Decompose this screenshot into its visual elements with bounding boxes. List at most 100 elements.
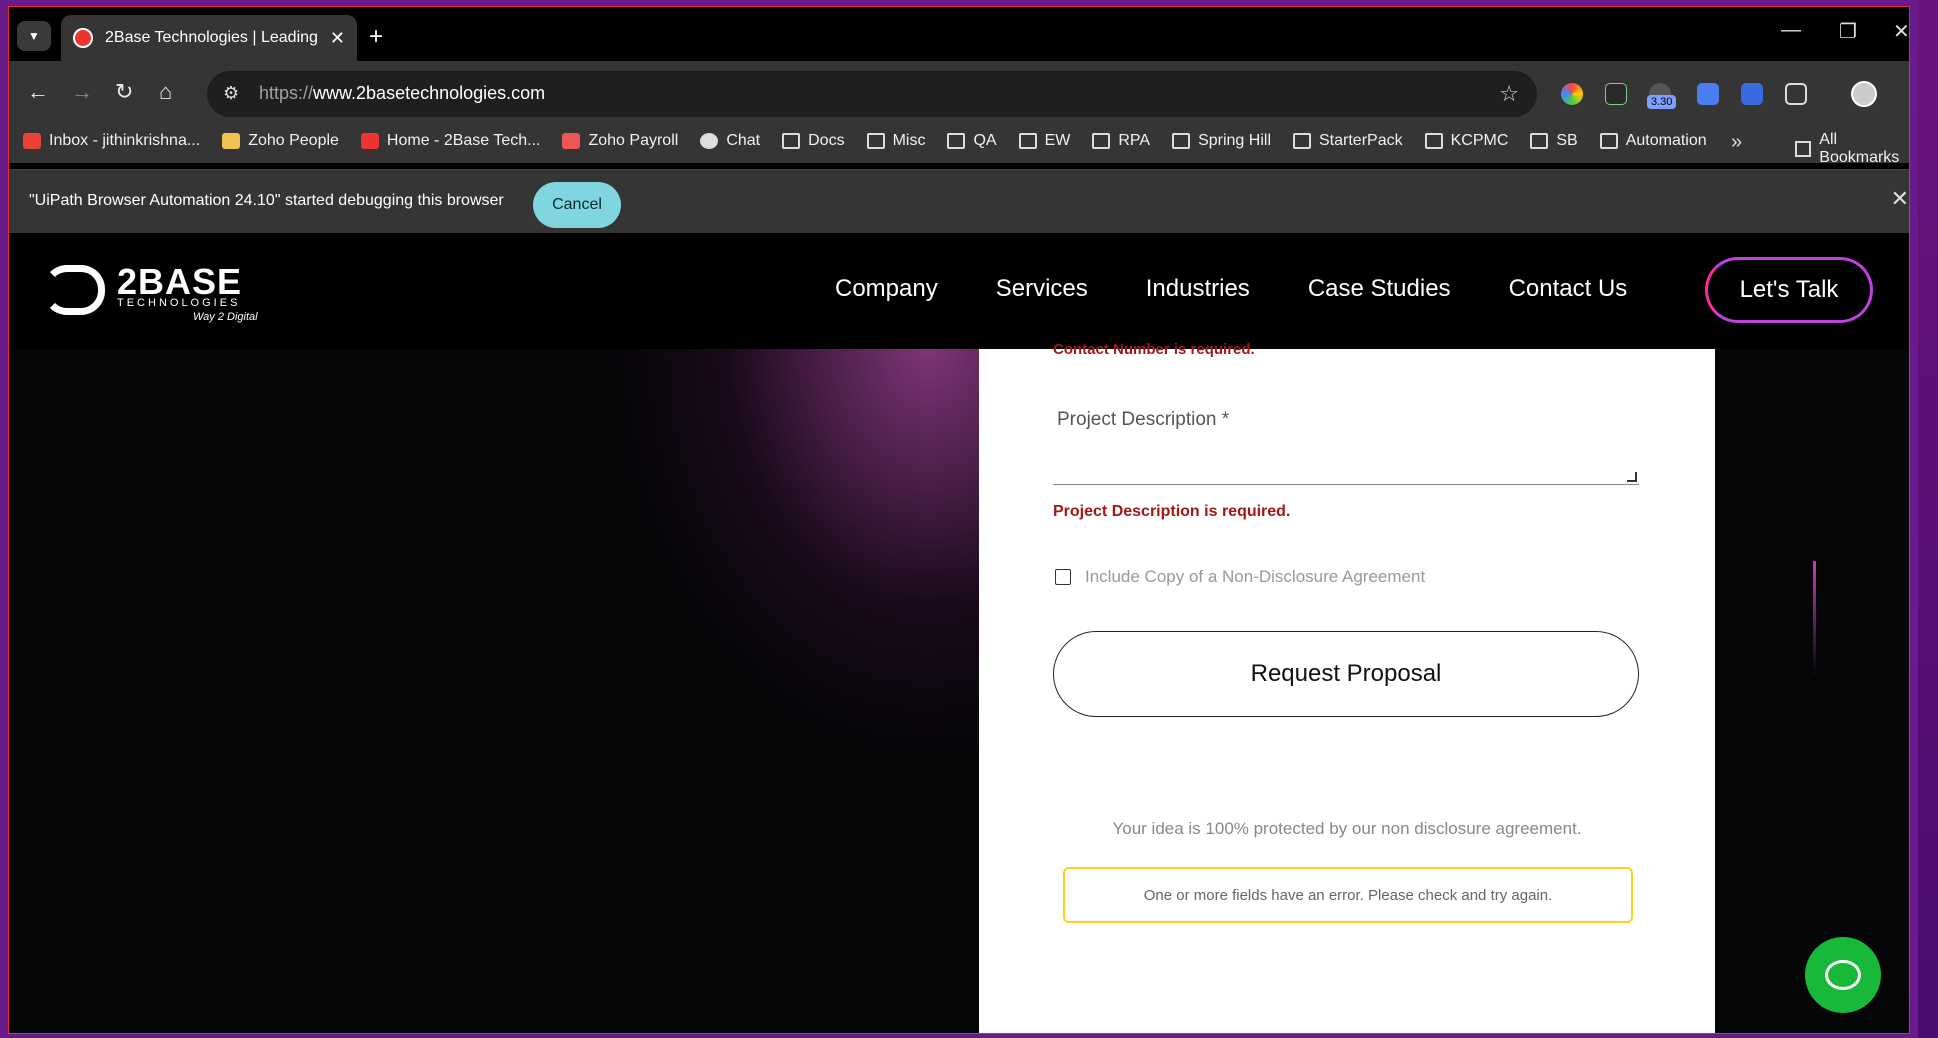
infobar-message: "UiPath Browser Automation 24.10" starte… — [29, 192, 504, 209]
bookmark-label: RPA — [1118, 132, 1151, 149]
puzzle-extensions-icon[interactable] — [1785, 83, 1807, 105]
folder-icon — [1092, 133, 1111, 149]
bookmark-label: Zoho People — [248, 132, 339, 149]
folder-icon — [1018, 133, 1037, 149]
tab-strip: ▼ 2Base Technologies | Leading D ✕ + — ❐… — [9, 7, 1909, 61]
folder-icon — [1424, 133, 1443, 149]
minimize-icon[interactable]: — — [1781, 19, 1801, 42]
uipath-extension-icon[interactable] — [1697, 83, 1719, 105]
zoho-payroll-icon — [562, 133, 581, 149]
bookmark-label: StarterPack — [1319, 132, 1403, 149]
bookmark-item[interactable]: Inbox - jithinkrishna... — [23, 132, 200, 150]
project-description-textarea[interactable] — [1053, 445, 1639, 485]
zoho-people-icon — [222, 133, 241, 149]
bookmark-item[interactable]: Misc — [866, 132, 926, 150]
chat-widget-button[interactable] — [1805, 937, 1881, 1013]
bookmark-item[interactable]: Zoho Payroll — [562, 132, 678, 150]
nda-protection-note: Your idea is 100% protected by our non d… — [1112, 819, 1582, 838]
bookmark-item[interactable]: EW — [1018, 132, 1071, 150]
all-bookmarks[interactable]: All Bookmarks — [1795, 131, 1909, 167]
nda-checkbox-label[interactable]: Include Copy of a Non-Disclosure Agreeme… — [1085, 567, 1425, 587]
website-viewport: 2BASE TECHNOLOGIES Way 2 Digital Company… — [9, 233, 1909, 1033]
browser-window: ▼ 2Base Technologies | Leading D ✕ + — ❐… — [8, 6, 1910, 1034]
nav-industries[interactable]: Industries — [1146, 275, 1250, 303]
folder-icon — [1795, 141, 1812, 157]
debug-infobar: "UiPath Browser Automation 24.10" starte… — [9, 169, 1909, 233]
profile-avatar[interactable] — [1851, 81, 1877, 107]
folder-icon — [866, 133, 885, 149]
resize-handle-icon[interactable] — [1627, 472, 1637, 482]
close-tab-icon[interactable]: ✕ — [330, 28, 345, 49]
address-bar[interactable]: ⚙ https://www.2basetechnologies.com ☆ — [207, 71, 1537, 117]
nav-case-studies[interactable]: Case Studies — [1308, 275, 1451, 303]
clipboard-extension-icon[interactable] — [1741, 83, 1763, 105]
nav-services[interactable]: Services — [996, 275, 1088, 303]
section-scroll-indicator — [1813, 561, 1816, 681]
bookmark-item[interactable]: KCPMC — [1424, 132, 1509, 150]
bookmark-label: Misc — [892, 132, 926, 149]
spellcheck-extension-icon[interactable] — [1605, 83, 1627, 105]
bookmark-item[interactable]: SB — [1530, 132, 1578, 150]
2base-favicon-icon — [73, 28, 93, 48]
2base-icon — [360, 133, 379, 149]
site-nav: Company Services Industries Case Studies… — [835, 275, 1685, 303]
folder-icon — [1599, 133, 1618, 149]
bookmark-item[interactable]: StarterPack — [1293, 132, 1403, 150]
folder-icon — [1530, 133, 1549, 149]
proposal-form-card: Contact Number is required. Project Desc… — [979, 341, 1715, 1033]
close-window-icon[interactable]: ✕ — [1893, 19, 1909, 44]
bookmark-label: Automation — [1625, 132, 1707, 149]
bookmark-label: Zoho Payroll — [588, 132, 679, 149]
project-description-error: Project Description is required. — [1053, 503, 1291, 520]
bookmark-label: QA — [973, 132, 997, 149]
cancel-debug-button[interactable]: Cancel — [533, 182, 621, 228]
url-text[interactable]: https://www.2basetechnologies.com — [259, 83, 545, 104]
bookmark-item[interactable]: Automation — [1599, 132, 1707, 150]
chat-bubble-icon — [1825, 960, 1861, 990]
bookmark-item[interactable]: Docs — [782, 132, 845, 150]
reload-icon[interactable]: ↻ — [115, 79, 133, 105]
lets-talk-button[interactable]: Let's Talk — [1705, 257, 1873, 323]
logo-mark-icon — [43, 265, 105, 315]
bookmark-label: EW — [1044, 132, 1071, 149]
site-logo[interactable]: 2BASE TECHNOLOGIES Way 2 Digital — [43, 261, 263, 323]
bookmark-label: Inbox - jithinkrishna... — [49, 132, 201, 149]
site-settings-icon[interactable]: ⚙ — [223, 83, 239, 104]
bookmark-star-icon[interactable]: ☆ — [1499, 81, 1519, 107]
bookmark-item[interactable]: QA — [947, 132, 997, 150]
bookmark-item[interactable]: Home - 2Base Tech... — [360, 132, 541, 150]
folder-icon — [1172, 133, 1191, 149]
bookmark-label: SB — [1556, 132, 1578, 149]
more-bookmarks-icon[interactable]: » — [1731, 131, 1742, 154]
bookmark-label: Docs — [808, 132, 845, 149]
bookmark-label: Home - 2Base Tech... — [386, 132, 541, 149]
bookmark-label: KCPMC — [1450, 132, 1509, 149]
menu-kebab-icon[interactable]: ⋮ — [1901, 79, 1909, 105]
logo-subtext: TECHNOLOGIES — [117, 297, 241, 309]
bookmark-label: Chat — [726, 132, 761, 149]
forward-icon[interactable]: → — [71, 79, 93, 105]
restore-icon[interactable]: ❐ — [1839, 19, 1857, 44]
tab-search-chevron-icon[interactable]: ▼ — [17, 21, 51, 51]
nav-contact-us[interactable]: Contact Us — [1509, 275, 1628, 303]
color-picker-extension-icon[interactable] — [1561, 83, 1583, 105]
chat-icon — [700, 133, 719, 149]
bookmark-item[interactable]: Zoho People — [222, 132, 339, 150]
bookmark-item[interactable]: Spring Hill — [1172, 132, 1271, 150]
contact-number-error: Contact Number is required. — [1053, 341, 1255, 358]
new-tab-icon[interactable]: + — [369, 23, 383, 51]
bookmark-item[interactable]: RPA — [1092, 132, 1150, 150]
site-header: 2BASE TECHNOLOGIES Way 2 Digital Company… — [9, 233, 1909, 349]
nav-company[interactable]: Company — [835, 275, 938, 303]
home-icon[interactable]: ⌂ — [159, 79, 172, 105]
request-proposal-button[interactable]: Request Proposal — [1053, 631, 1639, 717]
back-icon[interactable]: ← — [27, 79, 49, 105]
bookmark-item[interactable]: Chat — [700, 132, 760, 150]
folder-icon — [782, 133, 801, 149]
folder-icon — [1293, 133, 1311, 149]
close-infobar-icon[interactable]: ✕ — [1891, 186, 1909, 212]
extension-badge: 3.30 — [1647, 95, 1677, 109]
gmail-icon — [23, 133, 41, 149]
active-tab[interactable]: 2Base Technologies | Leading D ✕ — [61, 15, 357, 61]
nda-checkbox[interactable] — [1055, 569, 1071, 585]
